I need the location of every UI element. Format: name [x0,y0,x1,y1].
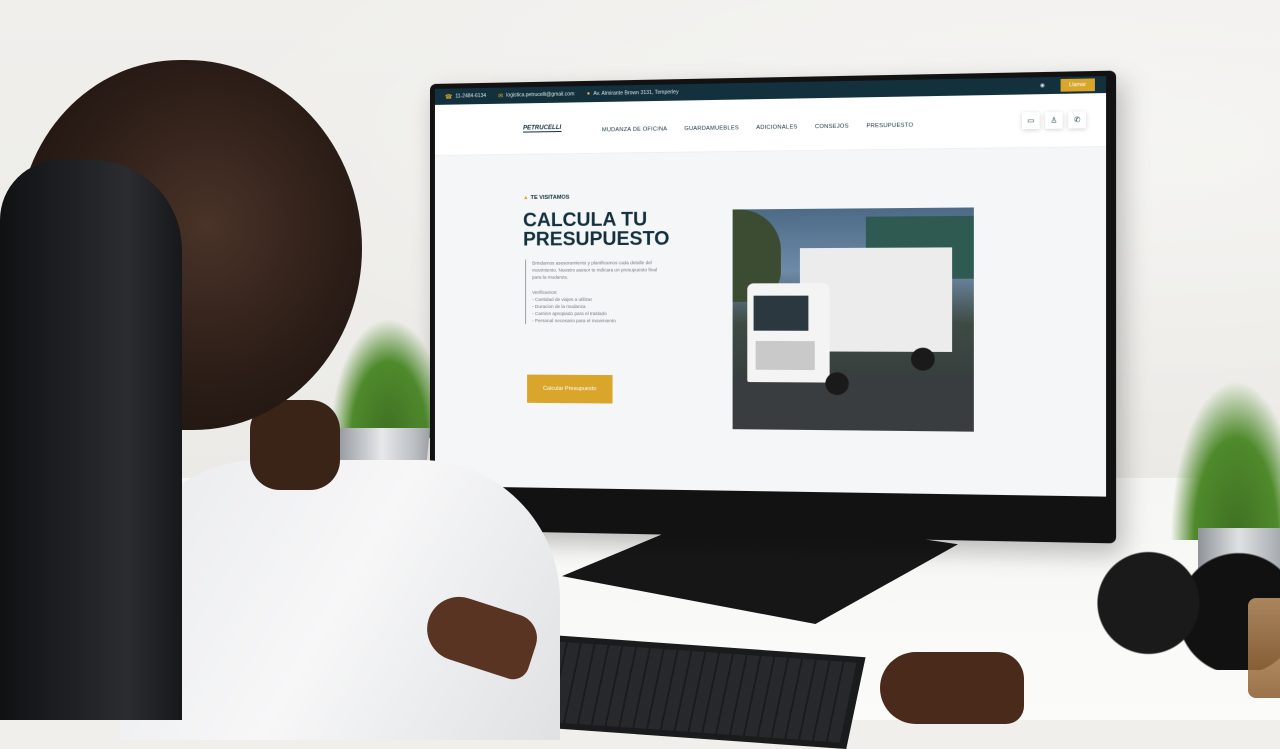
phone-icon[interactable]: ✆ [1068,111,1087,129]
nav-item-consejos[interactable]: CONSEJOS [815,123,849,130]
location-icon: ● [586,91,591,98]
main-nav: MUDANZA DE OFICINA GUARDAMUEBLES ADICION… [602,113,926,137]
topbar-phone[interactable]: ☎ 11-2484-6134 [445,92,486,100]
navbar: PETRUCELLI MUDANZA DE OFICINA GUARDAMUEB… [434,93,1107,156]
phone-icon: ☎ [444,94,453,101]
tea-cup [1248,598,1280,698]
website-screen: ☎ 11-2484-6134 ✉ logistica.petrucelli@gmai… [434,76,1107,497]
mail-icon: ✉ [498,93,504,100]
user-icon[interactable]: ♙ [1045,111,1063,129]
nav-item-presupuesto[interactable]: PRESUPUESTO [866,122,913,129]
truck-photo [732,207,974,432]
topbar-email[interactable]: ✉ logistica.petrucelli@gmail.com [498,91,574,99]
topbar-address: ● Av. Almirante Brown 3131, Temperley [586,89,679,98]
person-shirt [120,460,560,740]
hero-copy: Brindamos asesoramiento y planificamos c… [525,259,666,325]
nav-item-adicionales[interactable]: ADICIONALES [756,124,797,131]
hero-paragraph: Brindamos asesoramiento y planificamos c… [532,260,658,280]
calculate-budget-button[interactable]: Calcular Presupuesto [527,374,613,404]
plant-right-leaves [1170,380,1280,540]
chat-icon[interactable]: ▭ [1021,112,1040,130]
hero-list: - Cantidad de viajes a utilizar - Duraci… [532,296,665,325]
hero-section: ▲ TE VISITAMOS CALCULA TU PRESUPUESTO Bri… [435,147,1106,432]
nav-icons: ▭ ♙ ✆ [1017,111,1087,130]
list-item: - Personal necesario para el movimiento [532,318,616,324]
whatsapp-icon[interactable]: ◉ [1040,83,1045,89]
hero-eyebrow: ▲ TE VISITAMOS [523,194,570,202]
nav-item-guardamuebles[interactable]: GUARDAMUEBLES [684,125,739,132]
site-logo[interactable]: PETRUCELLI [523,124,562,133]
hero-title: CALCULA TU PRESUPUESTO [523,209,670,251]
flame-icon: ▲ [523,195,529,202]
list-item: - Cantidad de viajes a utilizar [532,296,593,302]
nav-item-mudanza-oficina[interactable]: MUDANZA DE OFICINA [602,126,667,133]
call-button[interactable]: Llamar [1060,78,1095,92]
list-item: - Duracion de la mudanza [532,303,586,310]
right-hand [880,652,1024,724]
chair [0,160,182,720]
monitor: ☎ 11-2484-6134 ✉ logistica.petrucelli@gmai… [430,70,1117,544]
